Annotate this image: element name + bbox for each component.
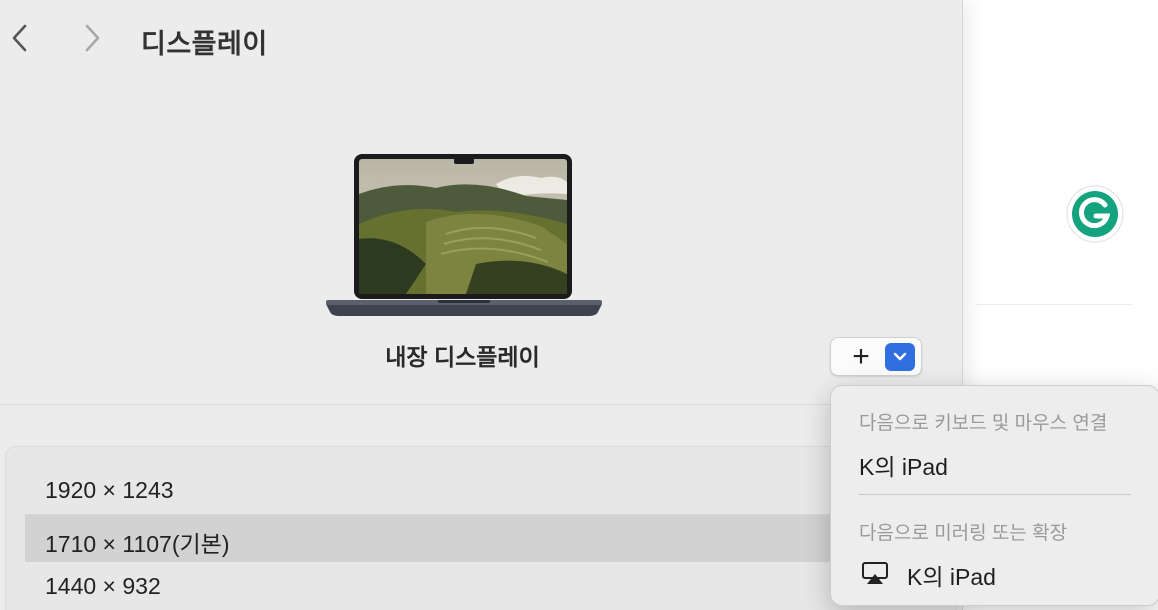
resolution-option[interactable]: 1920 × 1243 <box>25 467 955 514</box>
toolbar: 디스플레이 <box>0 0 962 76</box>
back-button[interactable] <box>6 20 34 56</box>
laptop-display-icon[interactable] <box>326 154 602 320</box>
add-display-control: + <box>830 337 922 376</box>
background-divider <box>975 304 1133 305</box>
menu-header-keyboard-mouse: 다음으로 키보드 및 마우스 연결 <box>859 413 1108 434</box>
resolution-label: 1920 × 1243 <box>45 477 174 503</box>
add-display-menu: 다음으로 키보드 및 마우스 연결 K의 iPad 다음으로 미러링 또는 확장… <box>830 385 1158 606</box>
resolution-label: 1440 × 932 <box>45 573 161 599</box>
display-name-label: 내장 디스플레이 <box>385 344 540 370</box>
page-title: 디스플레이 <box>141 29 268 59</box>
chevron-left-icon <box>12 24 27 52</box>
resolution-list: 1920 × 1243 1710 × 1107(기본) 1440 × 932 <box>5 446 957 610</box>
forward-button[interactable] <box>78 20 106 56</box>
add-display-dropdown-button[interactable] <box>885 343 915 371</box>
chevron-down-icon <box>893 352 907 361</box>
menu-item-link-keyboard-mouse-ipad[interactable]: K의 iPad <box>851 444 1141 480</box>
resolution-option[interactable]: 1440 × 932 <box>25 563 955 610</box>
section-divider <box>0 404 962 405</box>
menu-header-mirror-extend: 다음으로 미러링 또는 확장 <box>859 523 1068 544</box>
airplay-icon <box>862 562 888 584</box>
resolution-option-selected[interactable]: 1710 × 1107(기본) <box>25 515 955 562</box>
grammarly-icon[interactable] <box>1064 185 1126 245</box>
settings-window: 디스플레이 내장 디스플레이 + 1920 × 1243 1710 × 1107… <box>0 0 963 610</box>
chevron-right-icon <box>85 24 100 52</box>
menu-item-label: K의 iPad <box>907 564 996 590</box>
display-arrangement: 내장 디스플레이 + <box>0 76 962 404</box>
menu-separator <box>859 494 1131 495</box>
resolution-label: 1710 × 1107(기본) <box>45 531 230 557</box>
menu-item-mirror-extend-ipad[interactable]: K의 iPad <box>851 554 1141 590</box>
menu-item-label: K의 iPad <box>859 454 948 480</box>
add-display-button[interactable]: + <box>839 340 883 373</box>
